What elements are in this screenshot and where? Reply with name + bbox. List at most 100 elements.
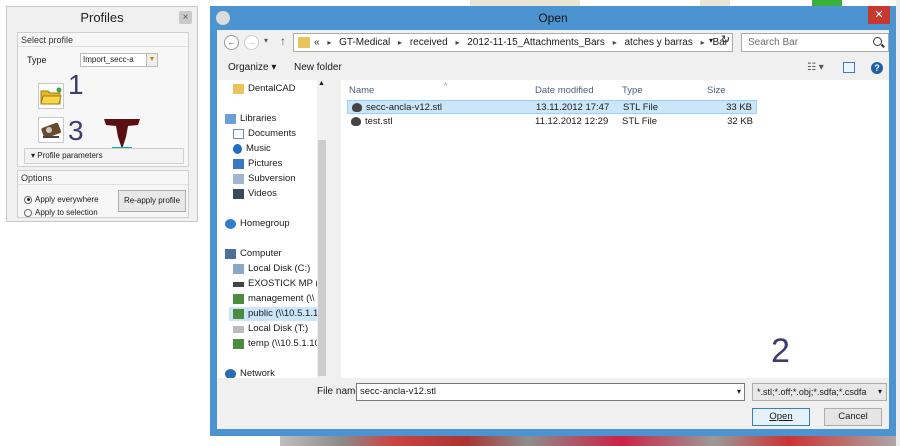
nav-item-subversion[interactable]: Subversion xyxy=(233,172,296,186)
group-title: Options xyxy=(18,171,188,185)
breadcrumb-item[interactable]: atches y barras xyxy=(625,37,693,48)
chevron-down-icon[interactable]: ▾ xyxy=(709,36,713,45)
scroll-up-icon[interactable]: ▲ xyxy=(318,80,325,87)
nav-item-documents[interactable]: Documents xyxy=(233,127,296,141)
views-icon[interactable]: ☷ ▾ xyxy=(807,62,824,73)
column-header-size[interactable]: Size xyxy=(707,80,725,102)
nav-label: Subversion xyxy=(248,173,296,184)
videos-icon xyxy=(233,189,244,199)
search-input[interactable]: Search Bar xyxy=(741,33,889,52)
breadcrumb-item[interactable]: GT-Medical xyxy=(339,37,390,48)
nav-scrollbar[interactable]: ▲ xyxy=(317,80,327,378)
network-icon xyxy=(225,369,236,378)
stl-file-icon xyxy=(352,103,362,112)
nav-item-pictures[interactable]: Pictures xyxy=(233,157,282,171)
forward-button[interactable]: → xyxy=(244,35,259,50)
documents-icon xyxy=(233,129,244,139)
apply-to-selection-radio[interactable]: Apply to selection xyxy=(24,208,98,217)
nav-label: DentalCAD xyxy=(248,83,296,94)
breadcrumb-item[interactable]: received xyxy=(410,37,448,48)
options-group: Options Apply everywhere Apply to select… xyxy=(17,170,189,218)
sort-ascending-icon: ^ xyxy=(444,83,448,90)
local-disk-icon xyxy=(233,264,244,274)
apply-everywhere-radio[interactable]: Apply everywhere xyxy=(24,195,99,204)
file-row[interactable]: test.stl 11.12.2012 12:29 STL File 32 KB xyxy=(347,115,757,129)
nav-item-videos[interactable]: Videos xyxy=(233,187,277,201)
nav-item-temp[interactable]: temp (\\10.5.1.10 xyxy=(233,337,320,351)
close-button[interactable]: ✕ xyxy=(868,6,890,24)
nav-item-dentalcad[interactable]: DentalCAD xyxy=(233,82,296,96)
chevron-down-icon[interactable]: ▾ xyxy=(737,384,741,400)
radio-icon[interactable] xyxy=(24,208,32,217)
address-bar[interactable]: « ▸ GT-Medical ▸ received ▸ 2012-11-15_A… xyxy=(293,33,733,52)
network-drive-icon xyxy=(233,294,244,304)
column-header-date[interactable]: Date modified xyxy=(535,80,594,102)
toolbar: Organize ▾ New folder ☷ ▾ ? xyxy=(217,58,889,80)
nav-label: Computer xyxy=(240,248,282,259)
dialog-title: Open xyxy=(538,11,568,25)
file-row[interactable]: secc-ancla-v12.stl 13.11.2012 17:47 STL … xyxy=(347,100,757,114)
nav-item-management[interactable]: management (\\ xyxy=(233,292,315,306)
chevron-right-icon: ▸ xyxy=(327,38,332,47)
nav-item-local-disk-c[interactable]: Local Disk (C:) xyxy=(233,262,310,276)
file-type-select[interactable]: *.stl;*.off;*.obj;*.sdfa;*.csdfa ▾ xyxy=(752,383,887,401)
load-drive-button[interactable] xyxy=(38,117,64,143)
nav-item-homegroup[interactable]: Homegroup xyxy=(225,217,290,231)
chevron-right-icon: ▸ xyxy=(700,38,705,47)
select-profile-group: Select profile Type Import_secc-a ▼ 1 3 … xyxy=(17,32,189,167)
folder-icon xyxy=(40,87,62,105)
breadcrumb-overflow[interactable]: « xyxy=(314,37,320,48)
computer-icon xyxy=(225,249,236,259)
scrollbar-thumb[interactable] xyxy=(318,140,326,376)
type-label: Type xyxy=(27,55,47,65)
column-header-type[interactable]: Type xyxy=(622,80,643,102)
search-icon[interactable] xyxy=(873,37,882,46)
navigation-pane: DentalCAD Libraries Documents Music Pict… xyxy=(217,80,327,378)
file-name-value: secc-ancla-v12.stl xyxy=(360,386,437,397)
radio-selected-icon[interactable] xyxy=(24,195,32,204)
nav-item-local-disk-t[interactable]: Local Disk (T:) xyxy=(233,322,308,336)
subversion-icon xyxy=(233,174,244,184)
organize-menu[interactable]: Organize ▾ xyxy=(228,62,276,73)
breadcrumb-item[interactable]: 2012-11-15_Attachments_Bars xyxy=(467,37,605,48)
nav-item-libraries[interactable]: Libraries xyxy=(225,112,276,126)
library-icon xyxy=(225,114,236,124)
reapply-profile-button[interactable]: Re-apply profile xyxy=(118,190,186,212)
refresh-icon[interactable]: ↻ xyxy=(721,33,730,46)
nav-item-network[interactable]: Network xyxy=(225,367,275,378)
nav-label: public (\\10.5.1.1 xyxy=(248,308,319,319)
annotation-1: 1 xyxy=(68,69,84,100)
cancel-button[interactable]: Cancel xyxy=(824,408,882,426)
homegroup-icon xyxy=(225,219,236,229)
radio-label: Apply everywhere xyxy=(35,195,99,204)
nav-label: Local Disk (T:) xyxy=(248,323,309,334)
nav-item-public[interactable]: public (\\10.5.1.1 xyxy=(229,307,319,321)
address-row: ← → ▾ ↑ « ▸ GT-Medical ▸ received ▸ 2012… xyxy=(217,30,889,56)
nav-label: Documents xyxy=(248,128,297,139)
open-button[interactable]: Open xyxy=(752,408,810,426)
up-folder-button[interactable]: ↑ xyxy=(280,34,286,48)
back-button[interactable]: ← xyxy=(224,35,239,50)
new-folder-button[interactable]: New folder xyxy=(294,62,342,73)
open-folder-button[interactable] xyxy=(38,83,64,109)
profile-parameters-toggle[interactable]: ▾ Profile parameters xyxy=(24,148,184,164)
chevron-down-icon[interactable]: ▼ xyxy=(146,53,158,67)
chevron-down-icon[interactable]: ▾ xyxy=(878,384,882,400)
nav-label: Videos xyxy=(248,188,277,199)
close-icon[interactable]: × xyxy=(179,11,192,24)
preview-pane-icon[interactable] xyxy=(843,62,855,73)
profile-type-select[interactable]: Import_secc-a xyxy=(80,53,148,67)
nav-item-computer[interactable]: Computer xyxy=(225,247,282,261)
file-size: 32 KB xyxy=(727,116,753,127)
profiles-title: Profiles xyxy=(80,10,124,25)
nav-item-exostick[interactable]: EXOSTICK MP (E: xyxy=(233,277,327,291)
dialog-body: ← → ▾ ↑ « ▸ GT-Medical ▸ received ▸ 2012… xyxy=(217,30,889,429)
nav-item-music[interactable]: Music xyxy=(233,142,271,156)
column-header-name[interactable]: Name ^ xyxy=(349,80,447,102)
file-type: STL File xyxy=(623,102,659,113)
help-icon[interactable]: ? xyxy=(871,62,883,74)
nav-label: Local Disk (C:) xyxy=(248,263,311,274)
file-list: Name ^ Date modified Type Size secc-ancl… xyxy=(341,80,889,378)
file-name-input[interactable]: secc-ancla-v12.stl ▾ xyxy=(356,383,745,401)
recent-locations-dropdown[interactable]: ▾ xyxy=(264,36,268,45)
